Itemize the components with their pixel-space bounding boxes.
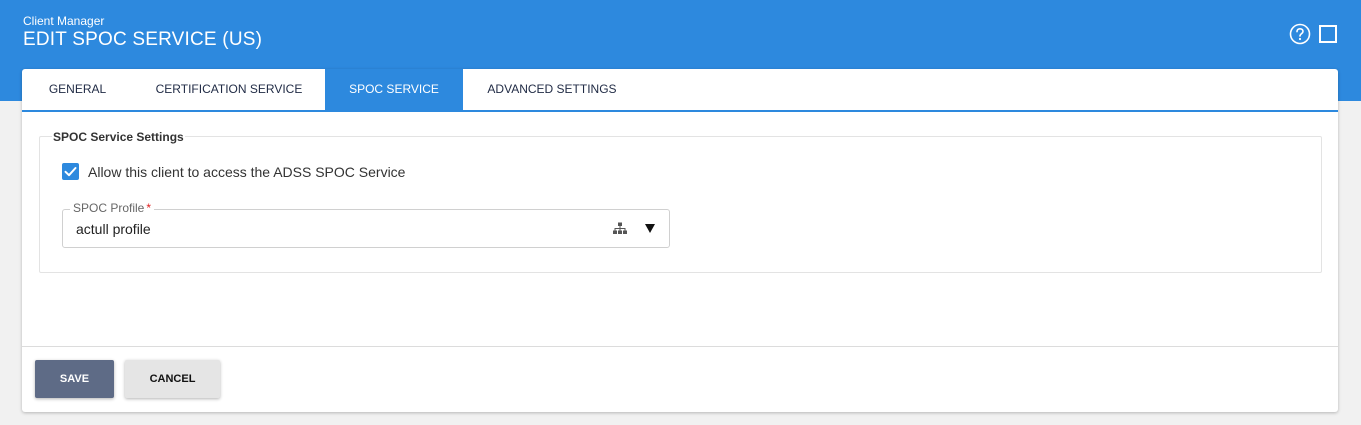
allow-access-label: Allow this client to access the ADSS SPO… [88, 164, 406, 180]
checkmark-icon [64, 167, 77, 177]
spoc-profile-label: SPOC Profile * [70, 201, 155, 215]
page-title: EDIT SPOC SERVICE (US) [23, 29, 263, 50]
tab-advanced-settings[interactable]: ADVANCED SETTINGS [463, 69, 641, 110]
app-name: Client Manager [23, 14, 105, 28]
allow-access-checkbox[interactable] [62, 163, 79, 180]
tab-general[interactable]: GENERAL [22, 69, 133, 110]
hierarchy-tree-icon[interactable] [613, 222, 627, 235]
edit-panel: GENERAL CERTIFICATION SERVICE SPOC SERVI… [22, 69, 1338, 412]
cancel-button[interactable]: CANCEL [125, 360, 220, 398]
spoc-settings-group [39, 136, 1322, 273]
required-marker: * [146, 201, 152, 215]
triangle-down-icon[interactable] [645, 224, 655, 233]
spoc-profile-value: actull profile [76, 221, 151, 237]
help-circle-icon[interactable] [1289, 23, 1311, 45]
maximize-square-icon[interactable] [1319, 25, 1337, 43]
tab-certification-service[interactable]: CERTIFICATION SERVICE [133, 69, 325, 110]
tab-spoc-service[interactable]: SPOC SERVICE [325, 69, 463, 110]
tab-bar: GENERAL CERTIFICATION SERVICE SPOC SERVI… [22, 69, 1338, 112]
action-footer: SAVE CANCEL [22, 346, 1338, 412]
spoc-settings-legend: SPOC Service Settings [52, 130, 185, 144]
save-button[interactable]: SAVE [35, 360, 114, 398]
spoc-profile-label-text: SPOC Profile [73, 201, 145, 215]
